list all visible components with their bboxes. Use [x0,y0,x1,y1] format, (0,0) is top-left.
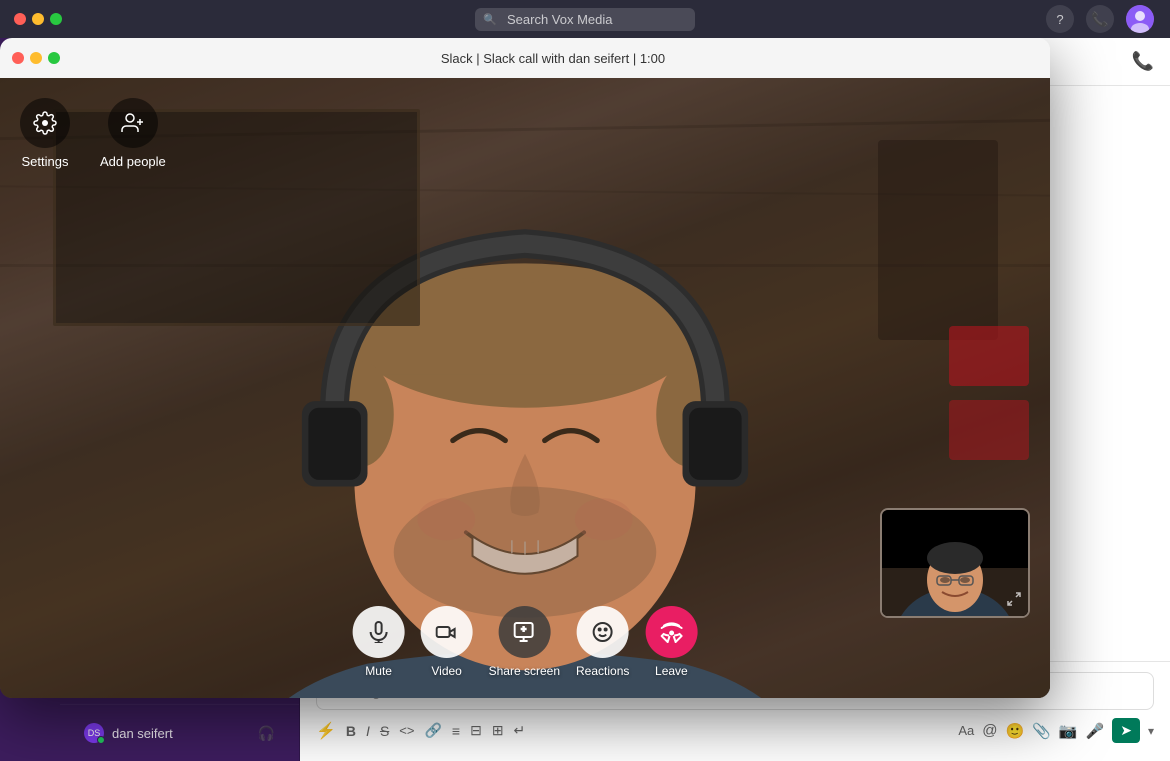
font-size-icon[interactable]: Aa [958,723,974,738]
maximize-button[interactable] [50,13,62,25]
titlebar: 🔍 Search Vox Media ? 📞 [0,0,1170,38]
video-call-window: Slack | Slack call with dan seifert | 1:… [0,38,1050,698]
main-content: dan seifert ▾ 📞 Slack | Slack call with … [300,38,1170,761]
titlebar-right: ? 📞 [1046,5,1154,33]
online-status-dot [97,736,105,744]
titlebar-center: 🔍 Search Vox Media [475,8,695,31]
expand-icon [1006,591,1022,607]
phone-icon: 📞 [1091,11,1108,28]
mute-button[interactable]: Mute [353,606,405,678]
lightning-icon[interactable]: ⚡ [316,721,336,741]
close-button[interactable] [14,13,26,25]
channel-header-right: 📞 [1132,51,1154,72]
main-layout: FD IWO + Vox Media ▾ [0,38,1170,761]
headphone-icon: 🎧 [258,725,275,742]
video-icon-bg [421,606,473,658]
call-overlay-controls: Settings Add people [20,98,166,169]
video-message-icon[interactable]: 📷 [1059,722,1078,740]
call-title-text: Slack | Slack call with dan seifert | 1:… [68,51,1038,66]
settings-control[interactable]: Settings [20,98,70,169]
share-icon-bg [498,606,550,658]
dm-avatar-wrapper: DS [84,723,104,743]
dm-actions: 🎧 [258,725,275,742]
call-icon[interactable]: 📞 [1086,5,1114,33]
call-close-button[interactable] [12,52,24,64]
share-label: Share screen [489,664,560,678]
leave-label: Leave [655,664,688,678]
add-people-icon-bg [108,98,158,148]
user-avatar[interactable] [1126,5,1154,33]
link-icon[interactable]: 🔗 [424,722,441,739]
call-controls-bar: Mute Video [353,606,698,678]
mute-label: Mute [365,664,392,678]
video-label: Video [431,664,461,678]
share-screen-button[interactable]: Share screen [489,606,560,678]
attachment-icon[interactable]: 📎 [1032,722,1051,740]
italic-icon[interactable]: I [366,723,370,739]
self-view-expand-icon[interactable] [1006,591,1022,610]
leave-icon [660,621,682,643]
audio-icon[interactable]: 🎤 [1086,722,1105,740]
dm-dan-seifert[interactable]: DS dan seifert 🎧 [76,717,283,749]
indent-icon[interactable]: ⊞ [492,722,504,739]
send-button[interactable]: ➤ [1112,718,1140,743]
settings-label: Settings [22,154,69,169]
add-people-icon [121,111,145,135]
settings-icon [33,111,57,135]
add-people-control[interactable]: Add people [100,98,166,169]
global-search[interactable]: Search Vox Media [475,8,695,31]
reactions-icon-bg [577,606,629,658]
bg-box-red-2 [949,400,1029,460]
call-minimize-button[interactable] [30,52,42,64]
call-traffic-lights [12,52,60,64]
self-view-thumbnail [880,508,1030,618]
leave-button[interactable]: Leave [645,606,697,678]
message-toolbar: ⚡ B I S <> 🔗 ≡ ⊟ ⊞ ↵ Aa @ 🙂 📎 📷 🎤 ➤ [316,718,1154,743]
settings-icon-bg [20,98,70,148]
avatar-image [1126,5,1154,33]
bg-box-red [949,326,1029,386]
bg-shelf [878,140,998,340]
reactions-label: Reactions [576,664,629,678]
reactions-button[interactable]: Reactions [576,606,629,678]
block-icon[interactable]: ↵ [514,722,526,739]
add-people-label: Add people [100,154,166,169]
reactions-icon [592,621,614,643]
code-icon[interactable]: <> [399,723,414,738]
dm-name: dan seifert [112,726,173,741]
left-panel-bottom: DS dan seifert 🎧 [60,704,299,761]
self-view-bg [882,510,1028,616]
unordered-list-icon[interactable]: ⊟ [470,722,482,739]
mention-icon[interactable]: @ [982,722,997,739]
message-send-area: Aa @ 🙂 📎 📷 🎤 ➤ ▾ [958,718,1154,743]
bold-icon[interactable]: B [346,723,356,739]
call-maximize-button[interactable] [48,52,60,64]
call-titlebar: Slack | Slack call with dan seifert | 1:… [0,38,1050,78]
send-chevron[interactable]: ▾ [1148,724,1154,738]
strikethrough-icon[interactable]: S [380,723,389,739]
minimize-button[interactable] [32,13,44,25]
share-icon [513,621,535,643]
call-header-icon[interactable]: 📞 [1132,51,1154,72]
video-button[interactable]: Video [421,606,473,678]
mute-icon [368,621,390,643]
search-placeholder: Search Vox Media [507,12,613,27]
traffic-lights [0,13,62,25]
video-icon [436,621,458,643]
ordered-list-icon[interactable]: ≡ [452,723,460,739]
leave-icon-bg [645,606,697,658]
help-button[interactable]: ? [1046,5,1074,33]
video-area: Settings Add people [0,78,1050,698]
mute-icon-bg [353,606,405,658]
emoji-icon[interactable]: 🙂 [1005,722,1024,740]
